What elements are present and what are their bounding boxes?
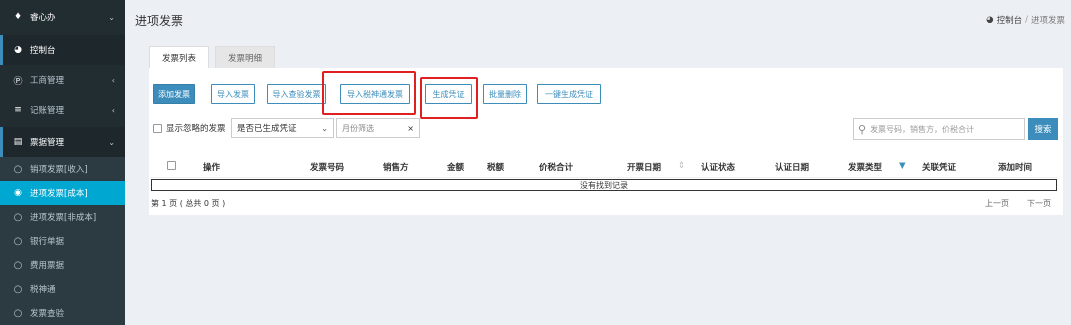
sidebar-subitem-label: 发票查验 (30, 309, 65, 319)
import-invoice-button[interactable]: 导入发票 (211, 84, 255, 104)
column-header[interactable]: 发票号码 (310, 161, 344, 173)
voucher-status-select[interactable]: 是否已生成凭证 ⌄ (231, 118, 334, 138)
sidebar-item-accounting[interactable]: ≡ 记账管理 ‹ (0, 95, 125, 125)
tab-invoice-list[interactable]: 发票列表 (149, 46, 210, 68)
add-invoice-button[interactable]: 添加发票 (153, 84, 195, 104)
clear-icon[interactable]: × (407, 124, 414, 133)
sidebar-item-label: 记账管理 (30, 106, 65, 116)
search-input[interactable]: ⚲ 发票号码，销售方，价税合计 (853, 118, 1025, 140)
breadcrumb: ◕ 控制台 / 进项发票 (986, 14, 1065, 26)
search-button[interactable]: 搜索 (1028, 118, 1058, 140)
column-header[interactable]: 金额 (447, 161, 464, 173)
circle-icon: ○ (13, 235, 23, 247)
sidebar-brand[interactable]: ♦ 睿心办 ⌄ (0, 2, 125, 32)
dashboard-icon: ◕ (986, 15, 994, 25)
table-header: 操作 发票号码 销售方 金额 税额 价税合计 开票日期 ⇕ 认证状态 认证日期 … (151, 154, 1057, 178)
generate-voucher-button[interactable]: 生成凭证 (425, 84, 472, 104)
sidebar-subitem-sales[interactable]: ○ 销项发票[收入] (0, 157, 125, 181)
sort-icon[interactable]: ⇕ (678, 161, 685, 171)
circle-icon: ○ (13, 307, 23, 319)
column-header[interactable]: 添加时间 (998, 161, 1032, 173)
batch-delete-button[interactable]: 批量删除 (483, 84, 527, 104)
sidebar-subitem-label: 银行单据 (30, 237, 65, 247)
column-header: 操作 (203, 163, 221, 173)
page-info: 第 1 页 ( 总共 0 页 ) (151, 199, 226, 208)
p-circle-icon: Ⓟ (13, 76, 23, 87)
circle-icon: ○ (13, 283, 23, 295)
column-header[interactable]: 开票日期 (627, 161, 661, 173)
month-filter-placeholder: 月份筛选 (342, 123, 374, 133)
tab-invoice-detail[interactable]: 发票明细 (215, 46, 276, 68)
select-all-checkbox[interactable] (167, 161, 176, 170)
one-click-voucher-button[interactable]: 一键生成凭证 (537, 84, 601, 104)
column-header[interactable]: 认证日期 (775, 161, 809, 173)
dot-circle-icon: ◉ (14, 188, 22, 198)
sidebar-subitem-label: 销项发票[收入] (30, 165, 88, 175)
list-icon: ≡ (14, 105, 22, 115)
column-header[interactable]: 发票类型 (848, 161, 882, 173)
sidebar-subitem-expense[interactable]: ○ 费用票据 (0, 253, 125, 277)
month-filter-input[interactable]: 月份筛选 × (336, 118, 420, 138)
prev-page-link[interactable]: 上一页 (985, 198, 1009, 209)
column-header[interactable]: 销售方 (383, 161, 409, 173)
voucher-status-value: 是否已生成凭证 (237, 124, 297, 134)
page-title: 进项发票 (135, 14, 184, 28)
diamond-icon: ♦ (13, 12, 23, 22)
sidebar-item-dashboard[interactable]: ◕ 控制台 (0, 35, 125, 65)
column-header[interactable]: 税额 (487, 161, 504, 173)
brand-label: 睿心办 (30, 13, 56, 23)
sidebar-item-label: 票据管理 (30, 138, 65, 148)
sidebar: ♦ 睿心办 ⌄ ◕ 控制台 Ⓟ 工商管理 ‹ ≡ 记账管理 ‹ ▤ 票据管理 ⌄… (0, 0, 125, 325)
chevron-left-icon: ‹ (111, 105, 115, 115)
sidebar-item-business[interactable]: Ⓟ 工商管理 ‹ (0, 65, 125, 95)
breadcrumb-current: 进项发票 (1030, 16, 1065, 26)
chevron-down-icon: ⌄ (108, 12, 115, 22)
search-icon: ⚲ (858, 122, 867, 136)
column-header[interactable]: 认证状态 (701, 161, 735, 173)
sort-desc-icon[interactable]: ▼ (899, 161, 906, 171)
empty-table-message: 没有找到记录 (151, 179, 1057, 191)
sidebar-subitem-tax[interactable]: ○ 税神通 (0, 277, 125, 301)
sidebar-subitem-label: 费用票据 (30, 261, 65, 271)
import-check-invoice-button[interactable]: 导入查验发票 (267, 84, 326, 104)
pager: 上一页 下一页 (985, 198, 1051, 209)
import-ssft-invoice-button[interactable]: 导入税神通发票 (340, 84, 410, 104)
circle-icon: ○ (13, 211, 23, 223)
chevron-down-icon: ⌄ (108, 137, 115, 147)
show-ignored-filter[interactable]: 显示忽略的发票 (153, 122, 226, 134)
chevron-down-icon: ⌄ (321, 123, 328, 133)
circle-icon: ○ (13, 163, 23, 175)
chevron-left-icon: ‹ (111, 75, 115, 85)
sidebar-item-invoices[interactable]: ▤ 票据管理 ⌄ (0, 127, 125, 157)
sidebar-subitem-input-noncost[interactable]: ○ 进项发票[非成本] (0, 205, 125, 229)
sidebar-item-label: 工商管理 (30, 76, 65, 86)
column-header[interactable]: 价税合计 (539, 161, 573, 173)
sidebar-item-label: 控制台 (30, 46, 56, 56)
show-ignored-checkbox[interactable] (153, 123, 162, 133)
sidebar-subitem-verify[interactable]: ○ 发票查验 (0, 301, 125, 325)
breadcrumb-separator: / (1025, 15, 1028, 25)
receipt-icon: ▤ (13, 137, 23, 147)
breadcrumb-home[interactable]: 控制台 (997, 14, 1023, 26)
next-page-link[interactable]: 下一页 (1027, 198, 1051, 209)
show-ignored-label: 显示忽略的发票 (166, 124, 226, 134)
sidebar-subitem-label: 税神通 (30, 285, 56, 295)
search-placeholder: 发票号码，销售方，价税合计 (870, 124, 975, 134)
sidebar-subitem-bank[interactable]: ○ 银行单据 (0, 229, 125, 253)
circle-icon: ○ (13, 259, 23, 271)
column-header[interactable]: 关联凭证 (922, 161, 956, 173)
dashboard-icon: ◕ (14, 45, 22, 55)
sidebar-subitem-label: 进项发票[非成本] (30, 213, 97, 223)
sidebar-subitem-input-cost[interactable]: ◉ 进项发票[成本] (0, 181, 125, 205)
sidebar-subitem-label: 进项发票[成本] (30, 189, 88, 199)
tab-bar: 发票列表 发票明细 (149, 46, 276, 68)
